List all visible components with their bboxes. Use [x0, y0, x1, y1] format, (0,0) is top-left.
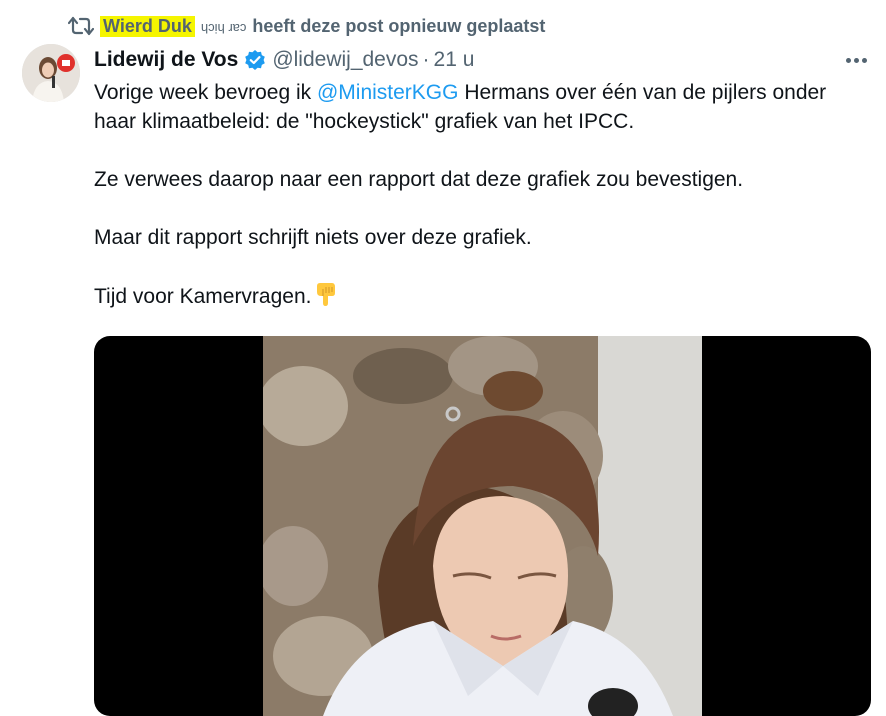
retweet-icon — [68, 16, 94, 36]
tweet-text: Vorige week bevroeg ik @MinisterKGG Herm… — [94, 78, 854, 340]
avatar-image — [22, 44, 80, 102]
tweet-paragraph-1: Vorige week bevroeg ik @MinisterKGG Herm… — [94, 78, 854, 136]
retweet-label: heeft deze post opnieuw geplaatst — [252, 15, 546, 36]
timestamp[interactable]: 21 u — [434, 48, 475, 72]
retweeter-name-suffix: ɥɔᴉɥ ɹɐɔ — [200, 18, 247, 34]
tweet-paragraph-4: Tijd voor Kamervragen. — [94, 281, 854, 311]
avatar[interactable] — [22, 44, 80, 102]
tweet-text-part: Tijd voor Kamervragen. — [94, 285, 312, 308]
author-handle[interactable]: @lidewij_devos — [272, 48, 418, 72]
author-name[interactable]: Lidewij de Vos — [94, 48, 238, 72]
more-options-icon[interactable] — [840, 48, 872, 72]
retweet-context: Wierd Duk ɥɔᴉɥ ɹɐɔ heeft deze post opnie… — [68, 12, 545, 40]
backhand-index-pointing-down-icon — [317, 283, 336, 306]
mention-link[interactable]: @MinisterKGG — [317, 81, 459, 104]
tweet-paragraph-2: Ze verwees daarop naar een rapport dat d… — [94, 168, 744, 191]
verified-badge-icon[interactable] — [244, 49, 266, 71]
tweet-media-video[interactable] — [94, 336, 871, 716]
tweet-header: Lidewij de Vos @lidewij_devos · 21 u — [94, 44, 474, 76]
tweet-paragraph-3: Maar dit rapport schrijft niets over dez… — [94, 226, 532, 249]
separator-dot: · — [422, 48, 430, 71]
video-still-image — [263, 336, 702, 716]
retweeter-name[interactable]: Wierd Duk — [100, 15, 195, 37]
video-frame — [263, 336, 702, 716]
tweet-text-part: Vorige week bevroeg ik — [94, 81, 317, 104]
